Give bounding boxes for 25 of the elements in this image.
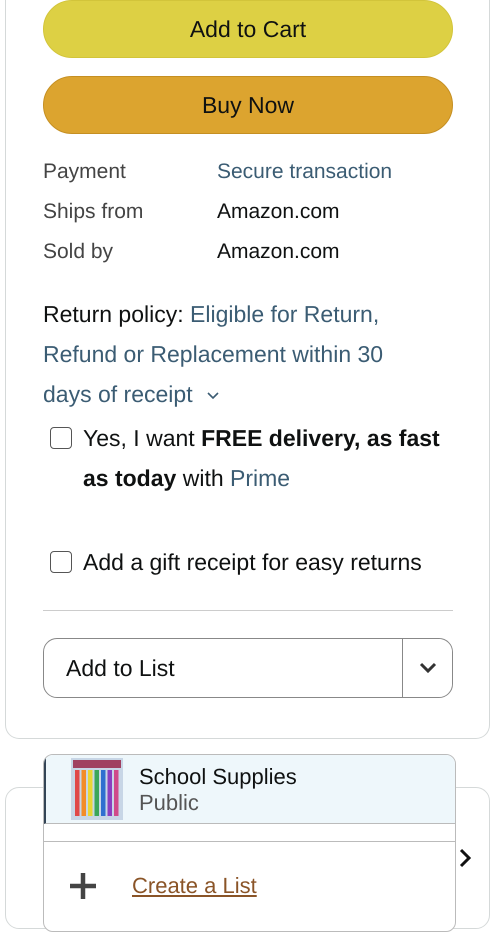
checkbox[interactable]: [50, 427, 72, 449]
option-label: Yes, I want FREE delivery, as fast as today with Prime: [83, 424, 441, 493]
detail-value: Amazon.com: [217, 239, 341, 265]
detail-label: Ships from: [43, 199, 144, 225]
create-list-link[interactable]: Create a List: [132, 873, 257, 899]
option-label: Add a gift receipt for easy returns: [83, 548, 422, 577]
caret-icon: [418, 662, 436, 674]
chevron-icon[interactable]: [206, 392, 219, 400]
dropdown-button[interactable]: [402, 639, 452, 697]
return-policy: Return policy: Eligible for Return, Refund or Replacement within 30 days of receipt: [43, 300, 384, 409]
prime-link[interactable]: Prime: [230, 465, 290, 491]
detail-value: Amazon.com: [217, 199, 341, 225]
buy-now-button[interactable]: Buy Now: [43, 76, 453, 134]
detail-label: Sold by: [43, 239, 114, 265]
detail-label: Payment: [43, 159, 127, 185]
list-name: School Supplies: [139, 763, 297, 791]
add-to-list-control[interactable]: Add to List: [43, 638, 453, 698]
detail-link[interactable]: Secure transaction: [217, 152, 453, 192]
add-to-list-button[interactable]: Add to List: [44, 639, 402, 697]
list-item[interactable]: School Supplies Public: [44, 755, 455, 824]
plus-icon: [68, 871, 98, 901]
checkbox[interactable]: [50, 551, 72, 573]
chevron-right-icon[interactable]: [459, 848, 471, 868]
list-privacy: Public: [139, 791, 200, 815]
add-to-cart-button[interactable]: Add to Cart: [43, 0, 453, 58]
